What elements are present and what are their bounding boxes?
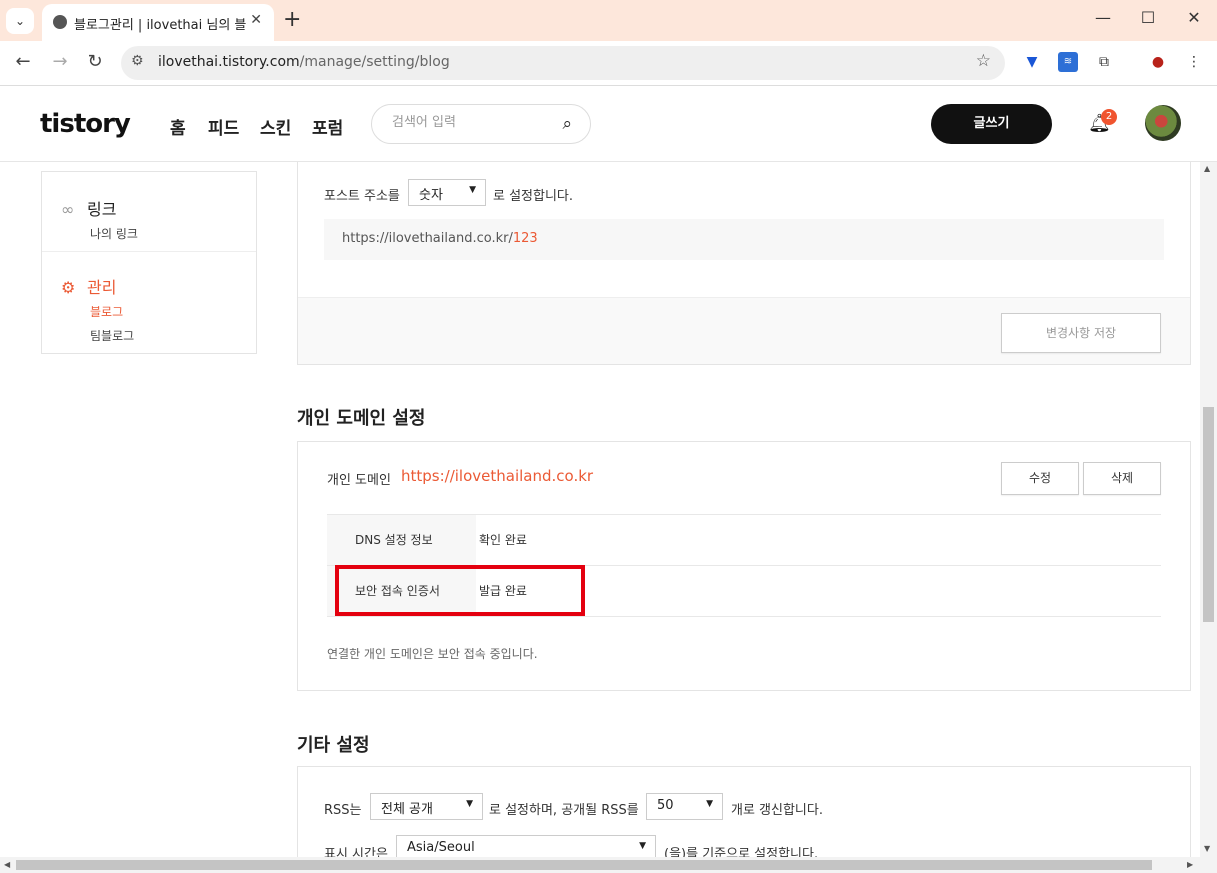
rss-suffix-text: 개로 갱신합니다. bbox=[731, 803, 823, 818]
post-address-example: https://ilovethailand.co.kr/123 bbox=[324, 219, 1164, 260]
sidebar-divider bbox=[42, 251, 256, 252]
write-button[interactable]: 글쓰기 bbox=[931, 104, 1052, 144]
domain-status-note: 연결한 개인 도메인은 보안 접속 중입니다. bbox=[327, 647, 538, 661]
browser-toolbar: ← → ↻ ⚙ ilovethai.tistory.com/manage/set… bbox=[0, 41, 1217, 86]
domain-label: 개인 도메인 bbox=[327, 473, 391, 488]
forward-icon[interactable]: → bbox=[48, 51, 72, 72]
site-header: tistory 홈 피드 스킨 포럼 ⌕ 글쓰기 🔔︎ 2 bbox=[0, 87, 1217, 162]
vertical-scrollbar[interactable]: ▲ ▼ bbox=[1200, 162, 1217, 857]
tistory-logo[interactable]: tistory bbox=[40, 109, 131, 139]
avatar[interactable] bbox=[1145, 105, 1181, 141]
scroll-left-icon[interactable]: ◀ bbox=[4, 860, 10, 869]
manage-sidebar: ∞ 링크 나의 링크 ⚙ 관리 블로그 팀블로그 bbox=[41, 171, 257, 354]
url-text: ilovethai.tistory.com/manage/setting/blo… bbox=[158, 54, 450, 70]
browser-tab-bar: ⌄ 블로그관리 | ilovethai 님의 블로그 ✕ + — ☐ ✕ bbox=[0, 0, 1217, 41]
timezone-select[interactable]: Asia/Seoul ▼ bbox=[396, 835, 656, 857]
delete-domain-button[interactable]: 삭제 bbox=[1083, 462, 1161, 495]
nav-skin[interactable]: 스킨 bbox=[260, 114, 291, 139]
sidebar-item-blog[interactable]: 블로그 bbox=[90, 303, 123, 320]
scroll-up-icon[interactable]: ▲ bbox=[1204, 164, 1210, 173]
dropdown-arrow-icon: ▼ bbox=[706, 799, 713, 809]
post-address-select[interactable]: 숫자 ▼ bbox=[408, 179, 486, 206]
vertical-scroll-thumb[interactable] bbox=[1203, 407, 1214, 622]
search-box: ⌕ bbox=[371, 104, 591, 144]
post-address-label: 포스트 주소를 bbox=[324, 189, 400, 204]
scroll-right-icon[interactable]: ▶ bbox=[1187, 860, 1193, 869]
site-favicon-icon bbox=[53, 15, 67, 29]
search-input[interactable] bbox=[392, 115, 542, 130]
horizontal-scroll-thumb[interactable] bbox=[16, 860, 1152, 870]
nav-home[interactable]: 홈 bbox=[170, 114, 186, 139]
link-icon: ∞ bbox=[61, 200, 75, 219]
row-value-dns: 확인 완료 bbox=[479, 533, 527, 547]
scroll-down-icon[interactable]: ▼ bbox=[1204, 844, 1210, 853]
table-row: DNS 설정 정보 확인 완료 bbox=[327, 514, 1161, 565]
sidebar-item-team-blog[interactable]: 팀블로그 bbox=[90, 327, 134, 344]
sidebar-item-manage[interactable]: ⚙ 관리 bbox=[61, 274, 116, 298]
site-info-icon[interactable]: ⚙ bbox=[131, 53, 144, 69]
profile-icon[interactable]: ● bbox=[1148, 52, 1168, 72]
main-content: ∞ 링크 나의 링크 ⚙ 관리 블로그 팀블로그 포스트 주소를 숫자 ▼ 로 설정합… bbox=[0, 162, 1200, 857]
dropdown-arrow-icon: ▼ bbox=[469, 185, 476, 195]
horizontal-scrollbar[interactable]: ◀ ▶ bbox=[0, 857, 1200, 873]
tab-search-button[interactable]: ⌄ bbox=[6, 8, 34, 34]
timezone-suffix-text: (을)를 기준으로 설정합니다. bbox=[664, 847, 819, 857]
window-close-button[interactable]: ✕ bbox=[1174, 8, 1214, 27]
post-address-suffix: 로 설정합니다. bbox=[493, 189, 574, 204]
notification-badge: 2 bbox=[1101, 109, 1117, 125]
save-changes-button[interactable]: 변경사항 저장 bbox=[1001, 313, 1161, 353]
browser-tab[interactable]: 블로그관리 | ilovethai 님의 블로그 ✕ bbox=[42, 4, 274, 41]
browser-menu-icon[interactable]: ⋮ bbox=[1184, 52, 1204, 72]
tab-title: 블로그관리 | ilovethai 님의 블로그 bbox=[74, 18, 246, 33]
extension-v-icon[interactable]: ▼ bbox=[1022, 52, 1042, 72]
search-icon[interactable]: ⌕ bbox=[562, 114, 572, 134]
new-tab-button[interactable]: + bbox=[283, 7, 301, 33]
scrollbar-corner bbox=[1200, 857, 1217, 873]
gear-icon: ⚙ bbox=[61, 278, 76, 297]
sidebar-item-link[interactable]: ∞ 링크 bbox=[61, 196, 116, 220]
other-section-title: 기타 설정 bbox=[297, 735, 370, 756]
maximize-button[interactable]: ☐ bbox=[1128, 8, 1168, 27]
dropdown-arrow-icon: ▼ bbox=[466, 799, 473, 809]
post-address-panel: 포스트 주소를 숫자 ▼ 로 설정합니다. https://ilovethaila… bbox=[297, 162, 1191, 365]
other-settings-panel: RSS는 전체 공개 ▼ 로 설정하며, 공개될 RSS를 50 ▼ 개로 갱신합니… bbox=[297, 766, 1191, 857]
rss-middle-text: 로 설정하며, 공개될 RSS를 bbox=[489, 803, 639, 818]
extensions-puzzle-icon[interactable]: ⧉ bbox=[1094, 52, 1114, 72]
rss-count-select[interactable]: 50 ▼ bbox=[646, 793, 723, 820]
domain-value[interactable]: https://ilovethailand.co.kr bbox=[401, 467, 593, 485]
post-address-footer: 변경사항 저장 bbox=[298, 297, 1190, 364]
reload-icon[interactable]: ↻ bbox=[83, 51, 107, 72]
nav-forum[interactable]: 포럼 bbox=[312, 114, 343, 139]
ssl-highlight-box bbox=[335, 565, 585, 616]
rss-label: RSS는 bbox=[324, 803, 362, 818]
tab-close-icon[interactable]: ✕ bbox=[250, 12, 262, 28]
nav-feed[interactable]: 피드 bbox=[208, 114, 239, 139]
domain-section-title: 개인 도메인 설정 bbox=[297, 408, 426, 429]
edit-domain-button[interactable]: 수정 bbox=[1001, 462, 1079, 495]
minimize-button[interactable]: — bbox=[1083, 8, 1123, 27]
address-bar[interactable]: ⚙ ilovethai.tistory.com/manage/setting/b… bbox=[121, 46, 1005, 80]
timezone-label: 표시 시간은 bbox=[324, 847, 388, 857]
row-key-dns: DNS 설정 정보 bbox=[327, 515, 476, 565]
rss-visibility-select[interactable]: 전체 공개 ▼ bbox=[370, 793, 483, 820]
bookmark-star-icon[interactable]: ☆ bbox=[976, 51, 991, 71]
extension-translate-icon[interactable]: ≋ bbox=[1058, 52, 1078, 72]
sidebar-item-my-links[interactable]: 나의 링크 bbox=[90, 225, 138, 242]
back-icon[interactable]: ← bbox=[11, 51, 35, 72]
dropdown-arrow-icon: ▼ bbox=[639, 841, 646, 851]
